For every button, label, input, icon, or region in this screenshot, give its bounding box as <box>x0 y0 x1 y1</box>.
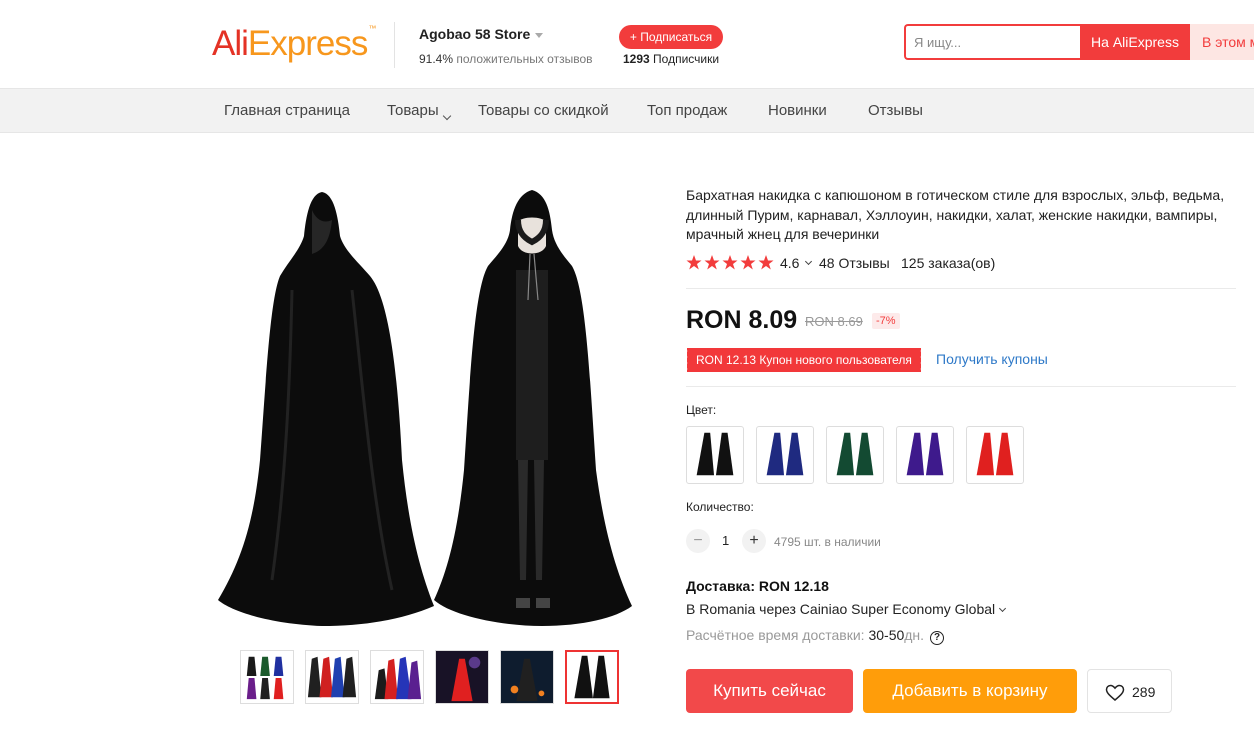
search-aliexpress-button[interactable]: На AliExpress <box>1080 24 1190 60</box>
nav-item-products[interactable]: Товары <box>387 102 451 121</box>
thumbnail-image <box>241 651 293 703</box>
divider <box>686 386 1236 387</box>
thumbnail[interactable] <box>240 650 294 704</box>
thumbnail[interactable] <box>370 650 424 704</box>
nav-item-sale[interactable]: Товары со скидкой <box>478 102 609 119</box>
thumbnail[interactable] <box>305 650 359 704</box>
nav-item-label: Новинки <box>768 102 827 119</box>
chevron-down-icon[interactable] <box>535 32 544 38</box>
cloak-illustration <box>218 190 632 626</box>
thumbnail-image <box>501 651 553 703</box>
add-to-cart-button[interactable]: Добавить в корзину <box>863 669 1077 713</box>
product-main-image[interactable] <box>212 180 642 640</box>
heart-icon <box>1105 684 1125 701</box>
search-store-button[interactable]: В этом магазине <box>1190 24 1254 60</box>
chevron-down-icon[interactable] <box>804 257 813 266</box>
shipping-cost: Доставка: RON 12.18 <box>686 578 829 594</box>
nav-item-new[interactable]: Новинки <box>768 102 827 119</box>
follow-button[interactable]: + Подписаться <box>619 25 723 49</box>
help-icon[interactable]: ? <box>930 631 945 645</box>
chevron-down-icon <box>999 604 1007 613</box>
cloak-swatch-image <box>766 432 804 476</box>
stock-count: 4795 шт. в наличии <box>774 535 881 549</box>
nav-item-top-selling[interactable]: Топ продаж <box>647 102 727 119</box>
cloak-swatch-image <box>976 432 1014 476</box>
nav-item-label: Главная страница <box>224 102 350 119</box>
nav-item-label: Топ продаж <box>647 102 728 119</box>
positive-label: положительных отзывов <box>456 52 593 66</box>
quantity-value[interactable]: 1 <box>722 533 729 548</box>
star-rating-icon <box>686 255 774 270</box>
thumbnail-image <box>567 652 617 702</box>
aliexpress-logo[interactable]: AliExpress™ <box>212 24 376 64</box>
cloak-swatch-image <box>836 432 874 476</box>
nav-item-label: Товары <box>387 102 439 119</box>
store-positive-feedback: 91.4% положительных отзывов <box>419 52 593 66</box>
shipping-route[interactable]: В Romania через Cainiao Super Economy Gl… <box>686 601 1007 617</box>
color-swatch-navy[interactable] <box>756 426 814 484</box>
followers-count: 1293 <box>623 52 650 66</box>
followers-label: Подписчики <box>653 52 720 66</box>
color-swatch-black[interactable] <box>686 426 744 484</box>
current-price: RON 8.09 <box>686 306 798 334</box>
nav-item-home[interactable]: Главная страница <box>224 102 350 119</box>
nav-item-label: Товары со скидкой <box>478 102 609 119</box>
quantity-label: Количество: <box>686 500 754 514</box>
color-swatch-red[interactable] <box>966 426 1024 484</box>
thumbnail-image <box>436 651 488 703</box>
eta-label: Расчётное время доставки: <box>686 627 865 643</box>
logo-tm: ™ <box>368 24 376 33</box>
logo-ali: Ali <box>212 24 249 63</box>
get-coupons-link[interactable]: Получить купоны <box>936 351 1048 367</box>
header-divider <box>394 22 395 68</box>
cloak-swatch-image <box>696 432 734 476</box>
rating-value[interactable]: 4.6 <box>780 255 799 271</box>
quantity-plus-button[interactable]: + <box>742 529 766 553</box>
search-input[interactable] <box>914 26 1080 58</box>
thumbnail-active[interactable] <box>565 650 619 704</box>
nav-item-reviews[interactable]: Отзывы <box>868 102 923 119</box>
cloak-swatch-image <box>906 432 944 476</box>
chevron-down-icon <box>442 111 451 121</box>
thumbnail-image <box>371 651 423 703</box>
store-nav: Главная страница Товары Товары со скидко… <box>0 89 1254 133</box>
store-name-text: Agobao 58 Store <box>419 26 531 42</box>
eta-unit: дн. <box>904 627 925 643</box>
color-label: Цвет: <box>686 403 717 417</box>
thumbnail[interactable] <box>500 650 554 704</box>
search-bar: На AliExpress В этом магазине <box>904 24 1254 60</box>
wishlist-button[interactable]: 289 <box>1087 669 1172 713</box>
divider <box>686 288 1236 289</box>
buy-now-button[interactable]: Купить сейчас <box>686 669 853 713</box>
store-name[interactable]: Agobao 58 Store <box>419 26 544 42</box>
new-user-coupon[interactable]: RON 12.13 Купон нового пользователя <box>685 348 923 372</box>
delivery-estimate: Расчётное время доставки: 30-50дн.? <box>686 627 945 645</box>
nav-item-label: Отзывы <box>868 102 923 119</box>
thumbnail[interactable] <box>435 650 489 704</box>
logo-express: Express <box>247 24 368 63</box>
followers: 1293 Подписчики <box>623 52 719 66</box>
product-title: Бархатная накидка с капюшоном в готическ… <box>686 187 1225 242</box>
header: AliExpress™ Agobao 58 Store 91.4% положи… <box>0 0 1254 89</box>
wishlist-count: 289 <box>1132 684 1156 700</box>
eta-value: 30-50 <box>868 627 905 643</box>
thumbnail-image <box>306 651 358 703</box>
quantity-minus-button[interactable]: − <box>686 529 710 553</box>
color-swatch-green[interactable] <box>826 426 884 484</box>
original-price: RON 8.69 <box>805 314 863 329</box>
positive-percent: 91.4% <box>419 52 454 66</box>
shipping-route-text: В Romania через Cainiao Super Economy Gl… <box>686 601 996 617</box>
discount-badge: -7% <box>872 313 900 329</box>
reviews-link[interactable]: 48 Отзывы <box>819 255 890 271</box>
orders-count: 125 заказа(ов) <box>901 255 996 271</box>
color-swatch-purple[interactable] <box>896 426 954 484</box>
